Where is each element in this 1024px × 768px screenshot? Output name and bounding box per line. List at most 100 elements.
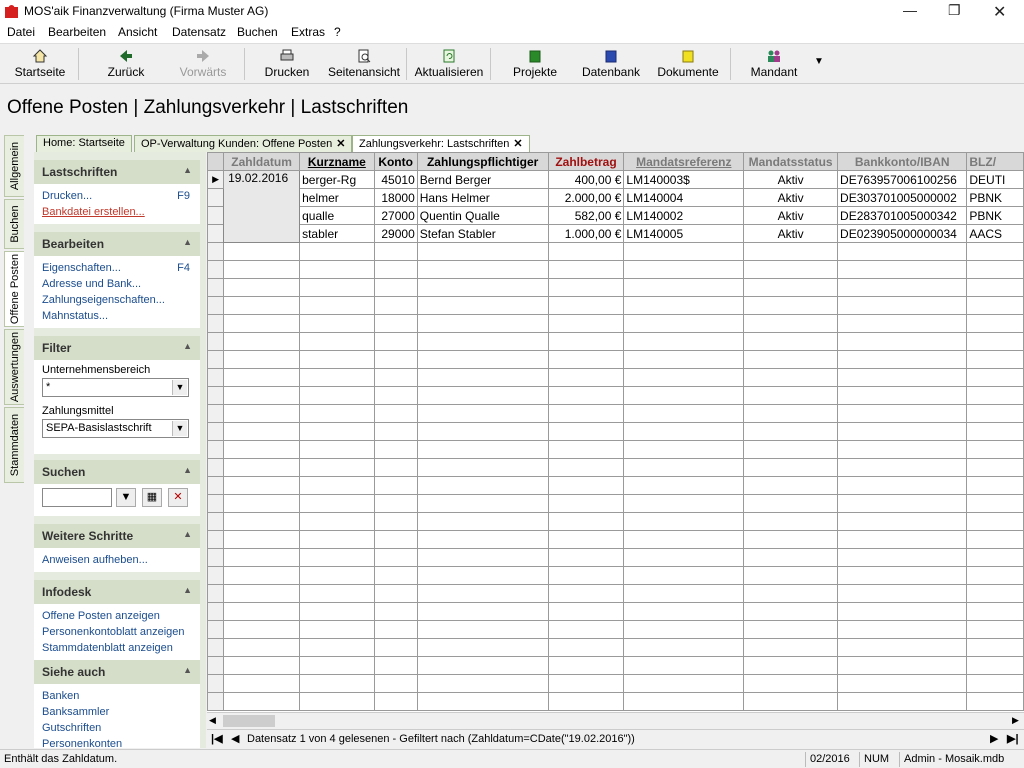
table-row[interactable]: stabler 29000 Stefan Stabler 1.000,00 € LM14…: [207, 224, 1024, 243]
table-cell[interactable]: [416, 296, 549, 315]
table-cell[interactable]: 29000: [373, 224, 418, 243]
table-cell[interactable]: [373, 314, 418, 333]
table-cell[interactable]: [223, 314, 301, 333]
table-cell[interactable]: [299, 350, 375, 369]
menu-ansicht[interactable]: Ansicht: [118, 25, 157, 39]
row-selector[interactable]: [207, 332, 225, 351]
table-cell[interactable]: [547, 386, 625, 405]
table-cell[interactable]: [623, 656, 745, 675]
table-cell[interactable]: DE283701005000342: [837, 206, 968, 225]
table-cell[interactable]: PBNK: [966, 206, 1024, 225]
row-selector[interactable]: [207, 638, 225, 657]
table-cell[interactable]: [966, 350, 1024, 369]
row-selector[interactable]: [207, 530, 225, 549]
menu-datensatz[interactable]: Datensatz: [172, 25, 226, 39]
table-cell[interactable]: [223, 386, 301, 405]
table-cell[interactable]: [373, 494, 418, 513]
table-cell[interactable]: [416, 674, 549, 693]
table-row[interactable]: [207, 278, 1024, 297]
row-selector[interactable]: [207, 656, 225, 675]
previous-record-icon[interactable]: ◀: [231, 732, 239, 745]
vtab-buchen[interactable]: Buchen: [4, 199, 24, 249]
minimize-icon[interactable]: —: [903, 2, 917, 18]
row-selector[interactable]: [207, 566, 225, 585]
table-cell[interactable]: DEUTI: [966, 170, 1024, 189]
table-cell[interactable]: [547, 278, 625, 297]
drucken-button[interactable]: Drucken: [258, 46, 316, 82]
table-cell[interactable]: [623, 260, 745, 279]
table-cell[interactable]: [373, 674, 418, 693]
table-row[interactable]: [207, 530, 1024, 549]
zahldatum-group-cell[interactable]: 19.02.2016: [223, 170, 301, 243]
table-cell[interactable]: [743, 458, 839, 477]
table-row[interactable]: [207, 674, 1024, 693]
section-header-suchen[interactable]: Suchen ▲: [34, 460, 200, 484]
table-cell[interactable]: [416, 440, 549, 459]
table-cell[interactable]: [837, 476, 968, 495]
row-selector[interactable]: [207, 422, 225, 441]
table-cell[interactable]: [299, 602, 375, 621]
table-cell[interactable]: [547, 440, 625, 459]
table-cell[interactable]: [373, 692, 418, 711]
table-row[interactable]: [207, 548, 1024, 567]
table-cell[interactable]: [547, 314, 625, 333]
table-row[interactable]: [207, 404, 1024, 423]
zahlungsmittel-select[interactable]: SEPA-Basislastschrift ▼: [42, 419, 189, 438]
offene-posten-anzeigen-link[interactable]: Offene Posten anzeigen: [34, 608, 200, 624]
table-cell[interactable]: [547, 566, 625, 585]
row-selector[interactable]: [207, 602, 225, 621]
row-selector[interactable]: [207, 386, 225, 405]
table-cell[interactable]: [966, 278, 1024, 297]
table-cell[interactable]: [223, 566, 301, 585]
close-tab-icon[interactable]: ✕: [513, 138, 522, 150]
table-cell[interactable]: [837, 656, 968, 675]
row-selector[interactable]: [207, 278, 225, 297]
search-input[interactable]: [42, 488, 112, 507]
table-cell[interactable]: [373, 422, 418, 441]
section-header-filter[interactable]: Filter ▲: [34, 336, 200, 360]
table-cell[interactable]: [743, 404, 839, 423]
table-cell[interactable]: [623, 602, 745, 621]
table-cell[interactable]: [373, 404, 418, 423]
table-cell[interactable]: [966, 674, 1024, 693]
filter-search-icon[interactable]: ▼: [116, 488, 136, 507]
table-cell[interactable]: [299, 386, 375, 405]
table-cell[interactable]: [743, 386, 839, 405]
table-cell[interactable]: [416, 548, 549, 567]
table-cell[interactable]: [547, 476, 625, 495]
table-cell[interactable]: [223, 278, 301, 297]
row-selector[interactable]: [207, 692, 225, 711]
table-cell[interactable]: [743, 512, 839, 531]
table-cell[interactable]: [223, 458, 301, 477]
table-cell[interactable]: [223, 584, 301, 603]
row-selector[interactable]: [207, 242, 225, 261]
table-cell[interactable]: [837, 386, 968, 405]
table-row[interactable]: [207, 620, 1024, 639]
col-kurzname[interactable]: Kurzname: [299, 152, 375, 171]
table-cell[interactable]: [743, 296, 839, 315]
table-cell[interactable]: [623, 314, 745, 333]
table-cell[interactable]: [223, 548, 301, 567]
table-cell[interactable]: DE023905000000034: [837, 224, 968, 243]
table-cell[interactable]: 18000: [373, 188, 418, 207]
table-cell[interactable]: [299, 620, 375, 639]
col-konto[interactable]: Konto: [373, 152, 418, 171]
table-cell[interactable]: [966, 512, 1024, 531]
table-cell[interactable]: [547, 638, 625, 657]
table-cell[interactable]: [966, 242, 1024, 261]
table-cell[interactable]: [416, 278, 549, 297]
scroll-right-icon[interactable]: ▶: [1012, 715, 1019, 726]
table-row[interactable]: [207, 332, 1024, 351]
vtab-offene-posten[interactable]: Offene Posten: [4, 251, 24, 327]
table-cell[interactable]: 27000: [373, 206, 418, 225]
collapse-icon[interactable]: ▲: [183, 665, 192, 675]
projekte-button[interactable]: Projekte: [506, 46, 564, 82]
table-cell[interactable]: [223, 674, 301, 693]
table-cell[interactable]: [547, 674, 625, 693]
dokumente-button[interactable]: Dokumente: [654, 46, 722, 82]
table-cell[interactable]: [837, 512, 968, 531]
table-cell[interactable]: [623, 692, 745, 711]
table-cell[interactable]: 45010: [373, 170, 418, 189]
table-cell[interactable]: [299, 440, 375, 459]
zurueck-button[interactable]: Zurück: [98, 46, 154, 82]
